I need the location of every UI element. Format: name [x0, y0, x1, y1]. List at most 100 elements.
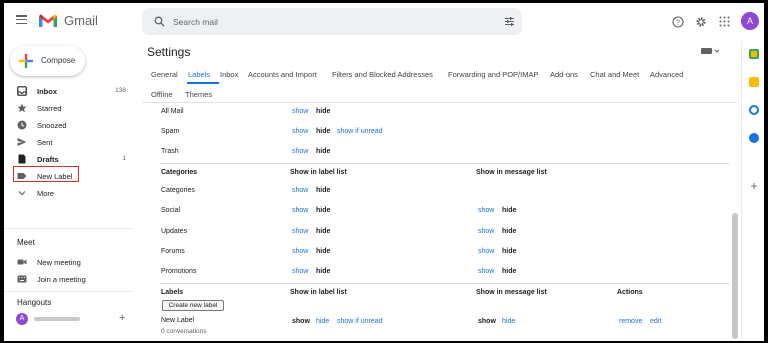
hangouts-user-name-blurred	[34, 317, 80, 321]
search-bar[interactable]: Search mail	[142, 8, 522, 35]
apps-grid-icon[interactable]	[719, 16, 730, 27]
join-meeting-label: Join a meeting	[37, 275, 86, 284]
compose-button[interactable]: Compose	[10, 46, 85, 76]
show-link[interactable]: show	[292, 228, 308, 235]
tab-offline[interactable]: Offline	[151, 90, 173, 99]
add-hangout-plus-icon[interactable]: +	[119, 312, 125, 324]
msg-hide-option[interactable]: hide	[502, 248, 516, 255]
show-in-label-list-header: Show in label list	[290, 169, 347, 176]
show-option[interactable]: show	[292, 318, 310, 325]
tab-filters[interactable]: Filters and Blocked Addresses	[332, 70, 433, 79]
hide-option[interactable]: hide	[316, 207, 330, 214]
section-divider	[160, 283, 730, 284]
show-in-label-list-header: Show in label list	[290, 289, 347, 296]
show-if-unread-link[interactable]: show if unread	[337, 318, 383, 325]
edit-label-link[interactable]: edit	[650, 318, 661, 325]
hide-option[interactable]: hide	[316, 187, 330, 194]
create-new-label-button[interactable]: Create new label	[162, 300, 224, 311]
search-icon[interactable]	[154, 16, 165, 27]
scrollbar-thumb[interactable]	[732, 213, 738, 339]
tab-themes[interactable]: Themes	[185, 90, 212, 99]
msg-hide-link[interactable]: hide	[502, 318, 515, 325]
hide-option[interactable]: hide	[316, 148, 330, 155]
tab-forwarding[interactable]: Forwarding and POP/IMAP	[448, 70, 538, 79]
input-tools-keyboard-icon[interactable]	[701, 47, 721, 55]
gmail-window: Gmail Search mail ? A Compose Inbox 138 …	[4, 3, 764, 341]
main-menu-icon[interactable]	[16, 15, 27, 24]
show-link[interactable]: show	[292, 128, 308, 135]
user-label-name: New Label	[161, 317, 195, 324]
clock-icon	[17, 120, 27, 130]
hide-option[interactable]: hide	[316, 228, 330, 235]
new-meeting-item[interactable]: New meeting	[4, 254, 132, 271]
category-name: Updates	[161, 228, 188, 235]
hide-option[interactable]: hide	[316, 248, 330, 255]
keep-icon[interactable]	[749, 77, 759, 87]
tab-general[interactable]: General	[151, 70, 178, 79]
tab-chat-and-meet[interactable]: Chat and Meet	[590, 70, 639, 79]
sidebar-item-inbox[interactable]: Inbox 138	[4, 83, 132, 100]
show-link[interactable]: show	[292, 187, 308, 194]
sidebar-item-more[interactable]: More	[4, 185, 132, 202]
show-if-unread-link[interactable]: show if unread	[337, 128, 383, 135]
search-input[interactable]: Search mail	[173, 17, 218, 27]
tab-add-ons[interactable]: Add-ons	[550, 70, 578, 79]
calendar-icon[interactable]	[749, 49, 759, 59]
settings-gear-icon[interactable]	[695, 16, 707, 28]
contacts-icon[interactable]	[749, 133, 759, 143]
account-avatar[interactable]: A	[741, 12, 759, 30]
keyboard-icon	[17, 275, 27, 283]
active-tab-indicator	[187, 82, 219, 84]
compose-plus-icon	[19, 54, 33, 68]
sidebar-item-starred[interactable]: Starred	[4, 100, 132, 117]
category-name: Forums	[161, 248, 185, 255]
send-icon	[17, 138, 27, 146]
msg-hide-option[interactable]: hide	[502, 207, 516, 214]
msg-show-link[interactable]: show	[478, 248, 494, 255]
tab-labels[interactable]: Labels	[188, 70, 210, 79]
show-link[interactable]: show	[292, 108, 308, 115]
hangouts-avatar[interactable]: A	[16, 313, 28, 325]
categories-header: Categories	[161, 169, 198, 176]
category-name: Promotions	[161, 268, 197, 275]
compose-label: Compose	[41, 56, 76, 65]
category-name: Social	[161, 207, 181, 214]
tasks-icon[interactable]	[749, 105, 759, 115]
show-link[interactable]: show	[292, 248, 308, 255]
msg-hide-option[interactable]: hide	[502, 228, 516, 235]
show-link[interactable]: show	[292, 268, 308, 275]
remove-label-link[interactable]: remove	[619, 318, 642, 325]
tabs-divider	[142, 102, 737, 103]
gmail-logo-icon[interactable]	[38, 13, 58, 28]
msg-hide-option[interactable]: hide	[502, 268, 516, 275]
msg-show-link[interactable]: show	[478, 228, 494, 235]
tab-advanced[interactable]: Advanced	[650, 70, 683, 79]
show-link[interactable]: show	[292, 207, 308, 214]
hide-option[interactable]: hide	[316, 128, 330, 135]
msg-show-link[interactable]: show	[478, 207, 494, 214]
tab-accounts-and-import[interactable]: Accounts and Import	[248, 70, 317, 79]
side-panel: +	[741, 41, 764, 341]
get-add-ons-plus-icon[interactable]: +	[749, 180, 759, 192]
search-options-icon[interactable]	[504, 16, 515, 27]
sidebar-item-label: Snoozed	[37, 121, 67, 130]
hide-option[interactable]: hide	[316, 108, 330, 115]
sidebar-item-label: Starred	[37, 104, 62, 113]
label-name: Trash	[161, 148, 179, 155]
tab-inbox[interactable]: Inbox	[220, 70, 238, 79]
msg-show-link[interactable]: show	[478, 268, 494, 275]
sidebar-item-sent[interactable]: Sent	[4, 134, 132, 151]
hide-option[interactable]: hide	[316, 268, 330, 275]
join-meeting-item[interactable]: Join a meeting	[4, 271, 132, 288]
show-link[interactable]: show	[292, 148, 308, 155]
svg-text:?: ?	[676, 20, 680, 27]
hangouts-section-title: Hangouts	[17, 298, 52, 307]
help-icon[interactable]: ?	[672, 16, 684, 28]
section-divider	[160, 163, 730, 164]
msg-show-option[interactable]: show	[478, 318, 496, 325]
show-in-message-list-header: Show in message list	[476, 289, 547, 296]
hide-link[interactable]: hide	[316, 318, 329, 325]
new-meeting-label: New meeting	[37, 258, 81, 267]
conversation-count: 0 conversations	[161, 328, 207, 335]
sidebar-item-snoozed[interactable]: Snoozed	[4, 117, 132, 134]
